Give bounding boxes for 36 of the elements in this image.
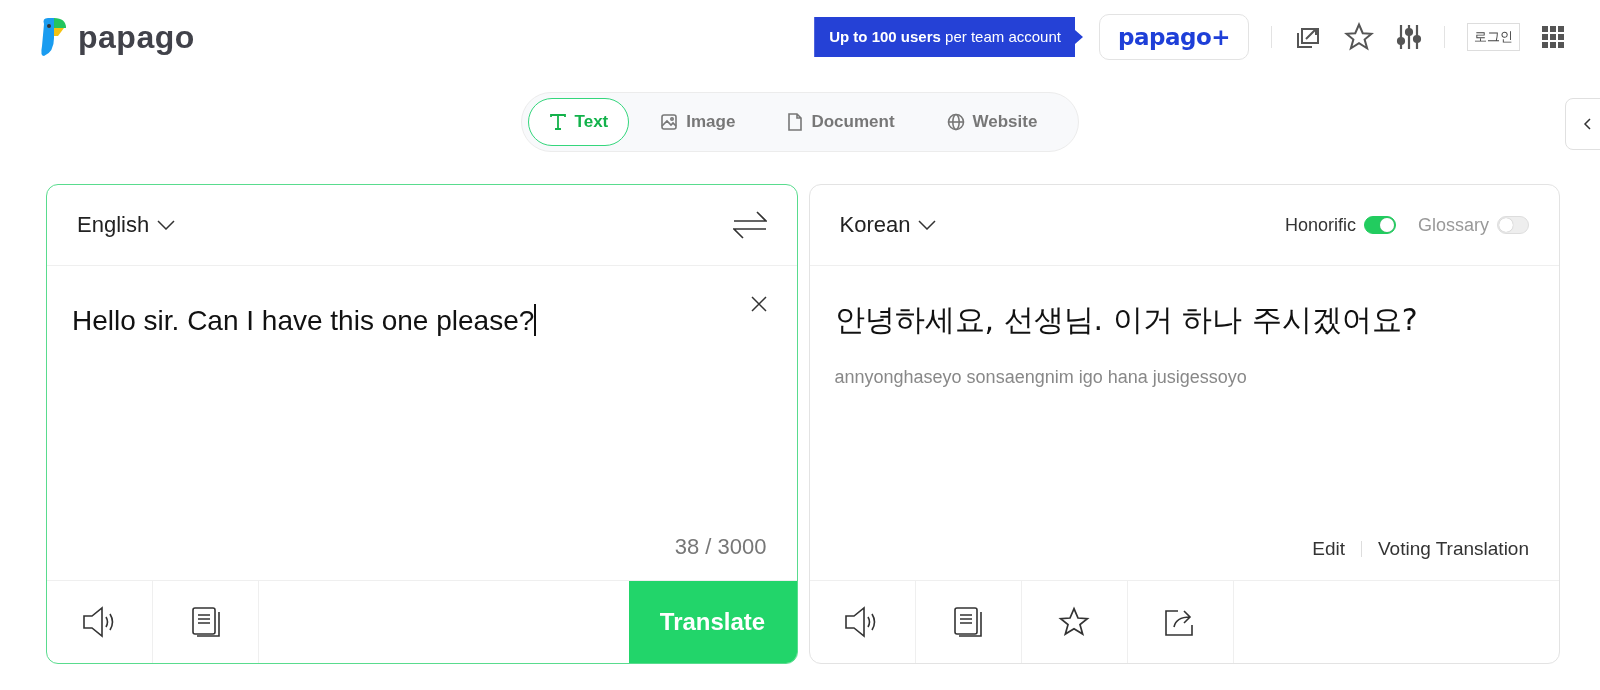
action-link[interactable]: Voting Translation xyxy=(1377,538,1529,560)
close-icon[interactable] xyxy=(750,296,767,312)
chevron-down-icon xyxy=(157,220,176,230)
mode-tab[interactable]: Document xyxy=(766,98,916,146)
target-language-dropdown[interactable]: Korean xyxy=(839,212,937,238)
login-button[interactable]: 로그인 xyxy=(1467,23,1520,51)
chevron-left-icon xyxy=(1582,117,1593,131)
toggle-switch[interactable] xyxy=(1497,216,1529,234)
source-language-dropdown[interactable]: English xyxy=(77,212,176,238)
character-count: 38 / 3000 xyxy=(674,534,767,560)
document-icon xyxy=(787,113,804,131)
text-icon xyxy=(548,113,567,131)
apps-grid-icon[interactable] xyxy=(1542,26,1564,48)
promo-banner[interactable]: Up to 100 users per team account xyxy=(814,17,1083,57)
image-icon xyxy=(660,113,679,131)
parrot-logo-icon xyxy=(40,16,68,58)
mode-tab[interactable]: Image xyxy=(639,98,757,146)
copy-icon[interactable] xyxy=(190,606,221,638)
mode-tab[interactable]: Website xyxy=(925,98,1059,146)
copy-icon[interactable] xyxy=(953,606,983,638)
toggle-switch[interactable] xyxy=(1364,216,1396,234)
option-label: Honorific xyxy=(1284,214,1356,236)
option-label: Glossary xyxy=(1418,214,1489,236)
chevron-down-icon xyxy=(918,220,937,230)
translated-text: 안녕하세요, 선생님. 이거 하나 주시겠어요? xyxy=(834,301,1419,339)
source-text-field[interactable]: Hello sir. Can I have this one please? xyxy=(72,304,536,337)
action-link[interactable]: Edit xyxy=(1312,538,1345,560)
swap-icon[interactable] xyxy=(732,210,767,240)
logo-text[interactable]: papago xyxy=(78,18,195,56)
star-icon[interactable] xyxy=(1057,606,1091,638)
globe-icon xyxy=(946,113,965,131)
papago-plus-button[interactable]: papago+ xyxy=(1099,14,1249,60)
star-icon[interactable] xyxy=(1344,22,1374,52)
share-icon[interactable] xyxy=(1164,607,1196,637)
romanization-text: annyonghaseyo sonsaengnim igo hana jusigessoyo xyxy=(834,367,1248,388)
sliders-icon[interactable] xyxy=(1396,23,1422,51)
